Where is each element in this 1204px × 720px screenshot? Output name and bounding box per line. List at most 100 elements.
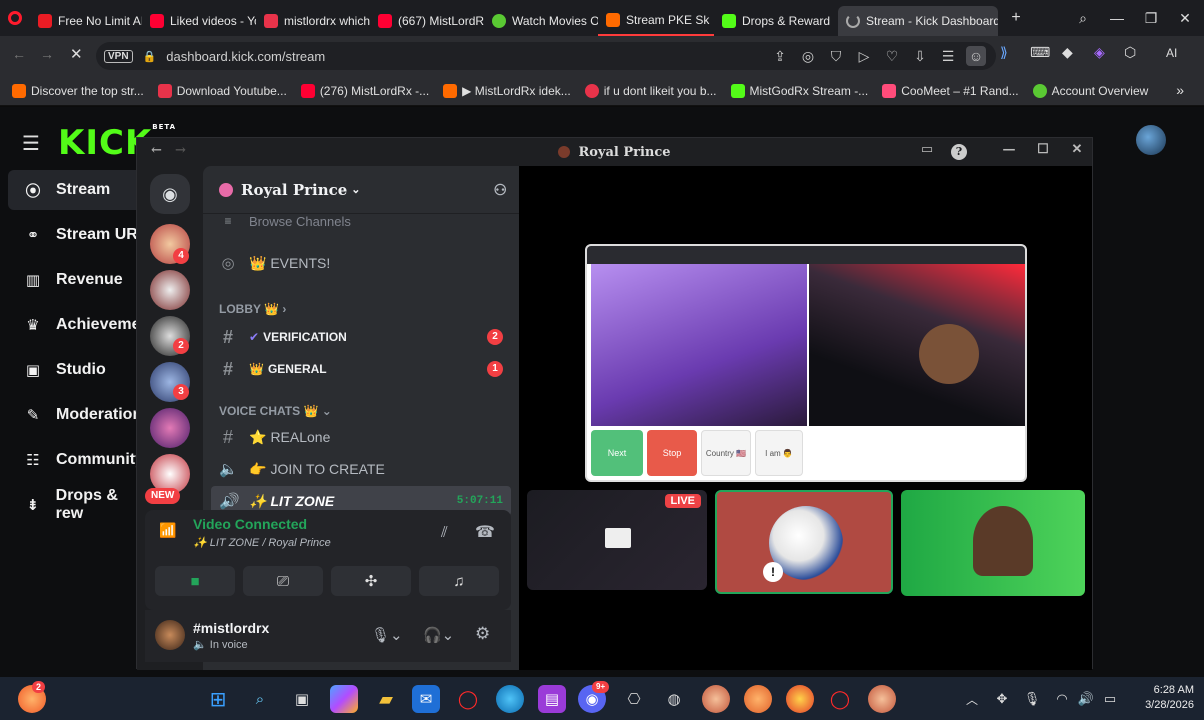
camera-button[interactable]: ■	[155, 566, 235, 596]
disconnect-icon[interactable]: ☎	[475, 522, 495, 542]
gamepad-icon[interactable]: ⌨	[1030, 44, 1050, 61]
channel-general[interactable]: # 👑 GENERAL 1	[211, 354, 511, 384]
diamond-icon[interactable]: ◆	[1062, 44, 1073, 61]
profile-icon[interactable]: ☺	[966, 46, 986, 66]
close-icon[interactable]: ✕	[1067, 142, 1087, 162]
nav-item-community[interactable]: ☷ Community	[8, 440, 148, 480]
ai-button[interactable]: AI	[1166, 46, 1177, 60]
browser-tab[interactable]: Stream PKE Sk	[598, 6, 714, 36]
server-header[interactable]: Royal Prince ⌄ ⚇	[203, 166, 519, 214]
username[interactable]: #mistlordrx	[193, 620, 269, 636]
inbox-icon[interactable]: ▭	[917, 142, 937, 162]
noise-suppression-icon[interactable]: ⫽	[441, 524, 448, 541]
opera-gx-icon[interactable]: ◯	[826, 685, 854, 713]
edge-icon[interactable]	[496, 685, 524, 713]
browser-tab[interactable]: Drops & Reward	[714, 6, 838, 36]
maximize-icon[interactable]: ☐	[1033, 142, 1053, 162]
file-explorer-icon[interactable]: ▰	[372, 685, 400, 713]
soundboard-button[interactable]: ♫	[419, 566, 499, 596]
url-text[interactable]: dashboard.kick.com/stream	[166, 49, 325, 64]
nav-item-moderation[interactable]: ✎ Moderation	[8, 395, 148, 435]
events-item[interactable]: ◎ 👑 EVENTS!	[211, 248, 511, 278]
bookmarks-more-button[interactable]: »	[1176, 82, 1184, 98]
search-icon[interactable]: ⌕	[246, 685, 274, 713]
download-icon[interactable]: ⇩	[910, 46, 930, 66]
participant-tile[interactable]	[901, 490, 1085, 596]
forward-icon[interactable]: →	[40, 46, 54, 62]
heart-icon[interactable]: ♡	[882, 46, 902, 66]
category-voice[interactable]: VOICE CHATS 👑 ⌄	[219, 404, 332, 418]
vpn-badge[interactable]: VPN	[104, 49, 133, 63]
tray-app-icon[interactable]: ✥	[988, 685, 1016, 713]
help-icon[interactable]: ?	[951, 144, 967, 160]
screen-share-button[interactable]: ⎚	[243, 566, 323, 596]
channel-join-to-create[interactable]: 🔈 👉 JOIN TO CREATE	[211, 454, 511, 484]
avatar[interactable]	[155, 620, 185, 650]
hamburger-menu-icon[interactable]: ☰	[22, 131, 40, 156]
camera-icon[interactable]: ◎	[798, 46, 818, 66]
share-icon[interactable]: ⇪	[770, 46, 790, 66]
minimize-icon[interactable]: —	[1100, 0, 1134, 36]
participant-tile-speaking[interactable]: !	[715, 490, 893, 594]
stream-tile-live[interactable]: LIVE	[527, 490, 707, 590]
minimize-icon[interactable]: —	[999, 142, 1019, 162]
send-icon[interactable]: ▷	[854, 46, 874, 66]
browser-tab[interactable]: Watch Movies Or	[484, 6, 598, 36]
server-icon[interactable]	[150, 270, 190, 310]
task-view-icon[interactable]: ▣	[288, 685, 316, 713]
category-lobby[interactable]: LOBBY 👑 ›	[219, 302, 286, 316]
app-icon[interactable]	[868, 685, 896, 713]
channel-realone[interactable]: # ⭐ REALone	[211, 422, 511, 452]
translate-icon[interactable]: ⟫	[1000, 44, 1008, 61]
browser-tab[interactable]: Liked videos - Yo	[142, 6, 256, 36]
back-icon[interactable]: ←	[12, 46, 26, 62]
bookmark-item[interactable]: Account Overview	[1032, 83, 1148, 98]
chevron-up-icon[interactable]: ︿	[958, 685, 986, 713]
browser-tab[interactable]: Free No Limit AI I	[30, 6, 142, 36]
voice-status[interactable]: Video Connected	[193, 516, 307, 532]
screen-share-tile[interactable]: Next Stop Country 🇺🇸 I am 👨	[585, 244, 1027, 482]
back-icon[interactable]: ←	[151, 143, 162, 158]
menu-icon[interactable]: ☰	[938, 46, 958, 66]
nav-item-stream-url[interactable]: ⚭ Stream URL	[8, 215, 148, 255]
signal-icon[interactable]: 📶	[159, 522, 176, 539]
add-member-icon[interactable]: ⚇	[494, 181, 507, 199]
nav-item-revenue[interactable]: ▥ Revenue	[8, 260, 148, 300]
nav-item-drops[interactable]: ⇟ Drops & rew	[8, 485, 148, 525]
stop-loading-icon[interactable]: ✕	[70, 45, 83, 63]
opera-logo-icon[interactable]	[0, 11, 30, 25]
cube-icon[interactable]: ⬡	[1124, 44, 1136, 61]
settings-gear-icon[interactable]: ⚙	[475, 624, 490, 644]
bookmark-item[interactable]: Download Youtube...	[157, 83, 287, 98]
bookmark-item[interactable]: (276) MistLordRx -...	[300, 83, 429, 98]
clipchamp-icon[interactable]: ▤	[538, 685, 566, 713]
battery-icon[interactable]: ▭	[1096, 685, 1124, 713]
forward-icon[interactable]: →	[175, 143, 186, 158]
microphone-icon[interactable]: 🎙⌄	[371, 626, 403, 644]
bookmark-item[interactable]: CooMeet – #1 Rand...	[882, 83, 1019, 98]
extension-icon[interactable]: ◈	[1094, 44, 1105, 61]
app-icon[interactable]	[702, 685, 730, 713]
browser-tab[interactable]: mistlordrx which	[256, 6, 370, 36]
windows-start-icon[interactable]: ⊞	[204, 685, 232, 713]
voice-location[interactable]: ✨ LIT ZONE / Royal Prince	[193, 536, 331, 549]
browser-tab-active[interactable]: Stream - Kick Dashboard	[838, 6, 998, 36]
microphone-icon[interactable]: 🎙	[1018, 685, 1046, 713]
obs-icon[interactable]: ◍	[660, 685, 688, 713]
lock-icon[interactable]: 🔒	[143, 50, 157, 63]
clock[interactable]: 6:28 AM 3/28/2026	[1145, 683, 1194, 713]
bookmark-item[interactable]: Discover the top str...	[12, 83, 144, 98]
nav-item-stream[interactable]: ⦿ Stream	[8, 170, 148, 210]
search-tabs-icon[interactable]: ⌕	[1066, 0, 1100, 36]
bookmark-item[interactable]: MistGodRx Stream -...	[730, 83, 868, 98]
server-icon[interactable]	[150, 408, 190, 448]
activities-button[interactable]: ✣	[331, 566, 411, 596]
headphones-icon[interactable]: 🎧⌄	[423, 626, 454, 644]
browse-channels-item[interactable]: ≡ Browse Channels	[211, 212, 511, 230]
opera-icon[interactable]: ◯	[454, 685, 482, 713]
chrome-icon[interactable]	[786, 685, 814, 713]
outlook-icon[interactable]: ✉	[412, 685, 440, 713]
avatar[interactable]	[1136, 125, 1166, 155]
bookmark-item[interactable]: if u dont likeit you b...	[584, 83, 717, 98]
app-icon[interactable]	[744, 685, 772, 713]
